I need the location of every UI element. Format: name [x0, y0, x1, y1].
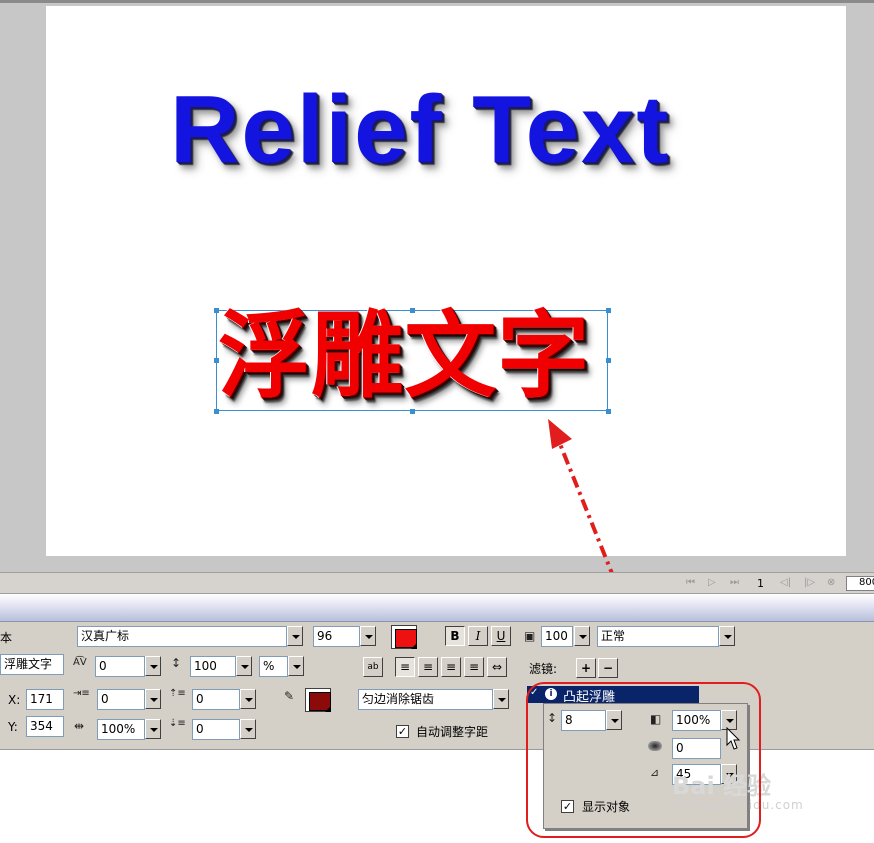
filters-label: 滤镜:: [529, 662, 558, 676]
underline-button[interactable]: U: [491, 626, 511, 646]
align-justify-button[interactable]: ≡: [464, 657, 484, 677]
blend-mode-dropdown[interactable]: [719, 626, 735, 646]
leading-icon: ↕: [171, 656, 182, 670]
text-name-field[interactable]: 浮雕文字: [0, 654, 64, 675]
auto-kern-label: 自动调整字距: [416, 725, 489, 739]
y-label: Y:: [8, 720, 18, 734]
indent-icon: ⇥≡: [73, 688, 90, 699]
font-family-select[interactable]: 汉真广标: [77, 626, 287, 647]
panel-title-strip: [0, 594, 874, 622]
space-after-field[interactable]: 0: [192, 719, 240, 740]
space-before-dropdown[interactable]: [240, 689, 256, 709]
relief-text-en[interactable]: Relief Text: [170, 82, 670, 178]
opacity-field[interactable]: 100: [541, 626, 573, 647]
align-center-button[interactable]: ≡: [418, 657, 438, 677]
add-filter-button[interactable]: +: [576, 658, 596, 678]
indent-field[interactable]: 0: [97, 689, 145, 710]
selection-handle-br[interactable]: [606, 409, 611, 414]
y-field[interactable]: 354: [26, 716, 64, 737]
zoom-field[interactable]: 800: [846, 576, 874, 591]
bold-button[interactable]: B: [445, 626, 465, 646]
fill-color-swatch[interactable]: [391, 625, 417, 649]
space-before-icon: ⇡≡: [169, 688, 186, 699]
horizontal-scale-field[interactable]: 100%: [97, 719, 145, 740]
stop-icon[interactable]: ⊗: [827, 577, 835, 588]
stroke-pencil-icon: ✎: [284, 689, 295, 703]
object-type-label: 本: [0, 631, 13, 645]
stroke-color-swatch[interactable]: [305, 688, 331, 712]
space-after-icon: ⇣≡: [169, 718, 186, 729]
annotation-highlight: [526, 682, 761, 838]
align-stretch-button[interactable]: ⇔: [487, 657, 507, 677]
kerning-icon: A͡V: [73, 657, 87, 668]
kerning-dropdown[interactable]: [145, 656, 161, 676]
kerning-field[interactable]: 0: [95, 656, 145, 677]
playback-bar: [0, 572, 874, 594]
first-frame-icon[interactable]: ⏮: [686, 577, 695, 588]
leading-unit-select[interactable]: %: [259, 656, 288, 677]
antialias-select[interactable]: 匀边消除锯齿: [358, 689, 493, 710]
italic-button[interactable]: I: [468, 626, 488, 646]
space-after-dropdown[interactable]: [240, 719, 256, 739]
indent-dropdown[interactable]: [145, 689, 161, 709]
horizontal-scale-icon: ⇹: [74, 719, 85, 733]
x-field[interactable]: 171: [26, 689, 64, 710]
align-left-button[interactable]: ≡: [395, 657, 415, 677]
text-orientation-button[interactable]: ab: [363, 657, 383, 677]
next-frame-icon[interactable]: |▷: [804, 577, 815, 588]
last-frame-icon[interactable]: ⏭: [730, 577, 739, 588]
remove-filter-button[interactable]: −: [598, 658, 618, 678]
font-family-dropdown[interactable]: [287, 626, 303, 646]
align-right-button[interactable]: ≡: [441, 657, 461, 677]
leading-unit-dropdown[interactable]: [288, 656, 304, 676]
prev-frame-icon[interactable]: ◁|: [780, 577, 791, 588]
opacity-icon: ▣: [524, 629, 536, 643]
horizontal-scale-dropdown[interactable]: [145, 719, 161, 739]
selection-handle-r[interactable]: [606, 358, 611, 363]
font-size-dropdown[interactable]: [360, 626, 376, 646]
auto-kern-checkbox[interactable]: ✓: [396, 725, 409, 738]
font-size-field[interactable]: 96: [313, 626, 360, 647]
space-before-field[interactable]: 0: [192, 689, 240, 710]
antialias-dropdown[interactable]: [493, 689, 509, 709]
leading-field[interactable]: 100: [190, 656, 236, 677]
x-label: X:: [8, 693, 21, 707]
relief-text-cn[interactable]: 浮雕文字: [218, 306, 590, 408]
frame-number: 1: [757, 577, 764, 590]
selection-handle-tr[interactable]: [606, 308, 611, 313]
leading-dropdown[interactable]: [236, 656, 252, 676]
blend-mode-select[interactable]: 正常: [597, 626, 719, 647]
opacity-dropdown[interactable]: [574, 626, 590, 646]
play-icon[interactable]: ▷: [708, 577, 716, 588]
